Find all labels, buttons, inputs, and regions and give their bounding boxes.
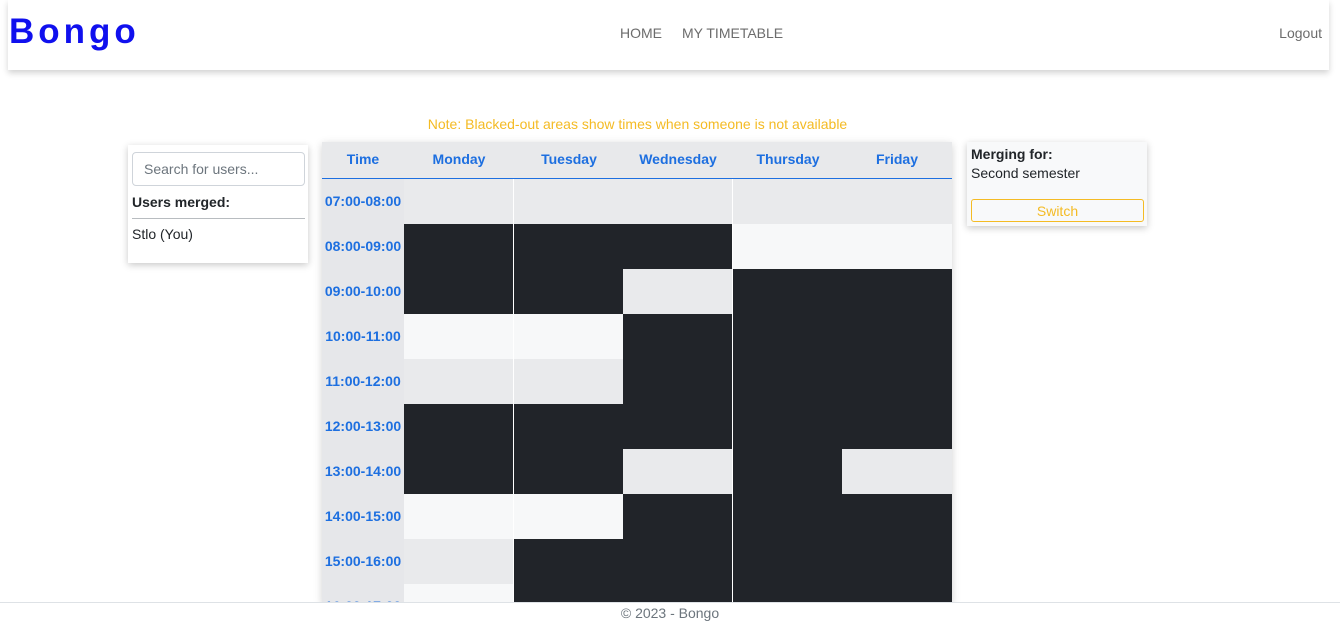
footer: © 2023 - Bongo — [0, 602, 1340, 624]
nav-my-timetable[interactable]: MY TIMETABLE — [682, 25, 783, 41]
slot-tuesday-busy — [514, 539, 623, 584]
slot-tuesday-free — [514, 179, 623, 224]
slot-wednesday-busy — [623, 314, 732, 359]
slot-wednesday-busy — [623, 539, 732, 584]
time-slot-label: 10:00-11:00 — [322, 314, 404, 359]
slot-tuesday-busy — [514, 269, 623, 314]
slot-friday-busy — [842, 404, 952, 449]
slot-wednesday-free — [623, 179, 732, 224]
slot-thursday-free — [733, 224, 842, 269]
slot-monday-free — [404, 359, 513, 404]
time-slot-label: 12:00-13:00 — [322, 404, 404, 449]
user-search-input[interactable] — [132, 152, 305, 186]
slot-wednesday-free — [623, 449, 732, 494]
slot-thursday-busy — [733, 314, 842, 359]
slot-wednesday-busy — [623, 359, 732, 404]
header-wednesday: Wednesday — [639, 151, 717, 167]
slot-friday-free — [842, 449, 952, 494]
slot-monday-free — [404, 179, 513, 224]
time-slot-label: 15:00-16:00 — [322, 539, 404, 584]
header-monday: Monday — [432, 151, 486, 167]
slot-wednesday-busy — [623, 584, 732, 604]
slot-monday-busy — [404, 404, 513, 449]
slot-thursday-busy — [733, 494, 842, 539]
header-thursday: Thursday — [756, 151, 820, 167]
switch-semester-button[interactable]: Switch — [971, 199, 1144, 222]
availability-note: Note: Blacked-out areas show times when … — [427, 116, 848, 132]
header-tuesday: Tuesday — [541, 151, 597, 167]
slot-tuesday-busy — [514, 224, 623, 269]
slot-monday-busy — [404, 224, 513, 269]
slot-thursday-busy — [733, 584, 842, 604]
slot-friday-busy — [842, 494, 952, 539]
slot-monday-free — [404, 539, 513, 584]
slot-monday-free — [404, 584, 513, 604]
time-slot-label: 08:00-09:00 — [322, 224, 404, 269]
timetable-header: Time Monday Tuesday Wednesday Thursday F… — [322, 142, 952, 179]
time-slot-label: 16:00-17:00 — [322, 584, 404, 604]
users-merged-label: Users merged: — [132, 194, 231, 210]
slot-monday-free — [404, 494, 513, 539]
divider — [132, 218, 305, 219]
slot-thursday-busy — [733, 449, 842, 494]
slot-tuesday-busy — [514, 584, 623, 604]
slot-tuesday-free — [514, 359, 623, 404]
time-slot-label: 09:00-10:00 — [322, 269, 404, 314]
slot-tuesday-free — [514, 314, 623, 359]
users-panel: Users merged: Stlo (You) — [128, 145, 308, 263]
slot-thursday-busy — [733, 404, 842, 449]
slot-tuesday-free — [514, 494, 623, 539]
slot-monday-busy — [404, 269, 513, 314]
slot-tuesday-busy — [514, 404, 623, 449]
merged-user-item: Stlo (You) — [132, 226, 193, 242]
slot-friday-free — [842, 224, 952, 269]
logout-link[interactable]: Logout — [1279, 25, 1322, 41]
nav-home[interactable]: HOME — [620, 25, 662, 41]
brand-logo[interactable]: Bongo — [9, 12, 140, 52]
slot-friday-busy — [842, 269, 952, 314]
slot-wednesday-busy — [623, 494, 732, 539]
slot-thursday-busy — [733, 539, 842, 584]
merge-panel: Merging for: Second semester Switch — [967, 142, 1147, 226]
slot-thursday-busy — [733, 269, 842, 314]
time-slot-label: 13:00-14:00 — [322, 449, 404, 494]
slot-thursday-free — [733, 179, 842, 224]
slot-wednesday-busy — [623, 404, 732, 449]
merged-timetable: Time Monday Tuesday Wednesday Thursday F… — [322, 142, 952, 604]
slot-monday-free — [404, 314, 513, 359]
semester-name: Second semester — [971, 165, 1080, 181]
main-nav: HOME MY TIMETABLE — [620, 25, 783, 41]
slot-friday-busy — [842, 539, 952, 584]
slot-monday-busy — [404, 449, 513, 494]
merging-for-label: Merging for: — [971, 146, 1053, 162]
header-time: Time — [346, 151, 380, 167]
slot-friday-busy — [842, 314, 952, 359]
slot-thursday-busy — [733, 359, 842, 404]
time-slot-label: 14:00-15:00 — [322, 494, 404, 539]
time-slot-label: 07:00-08:00 — [322, 179, 404, 224]
time-slot-label: 11:00-12:00 — [322, 359, 404, 404]
slot-friday-busy — [842, 584, 952, 604]
slot-friday-busy — [842, 359, 952, 404]
slot-tuesday-busy — [514, 449, 623, 494]
header-friday: Friday — [875, 151, 918, 167]
slot-wednesday-busy — [623, 224, 732, 269]
slot-friday-free — [842, 179, 952, 224]
slot-wednesday-free — [623, 269, 732, 314]
top-navbar: Bongo HOME MY TIMETABLE Logout — [8, 0, 1329, 70]
